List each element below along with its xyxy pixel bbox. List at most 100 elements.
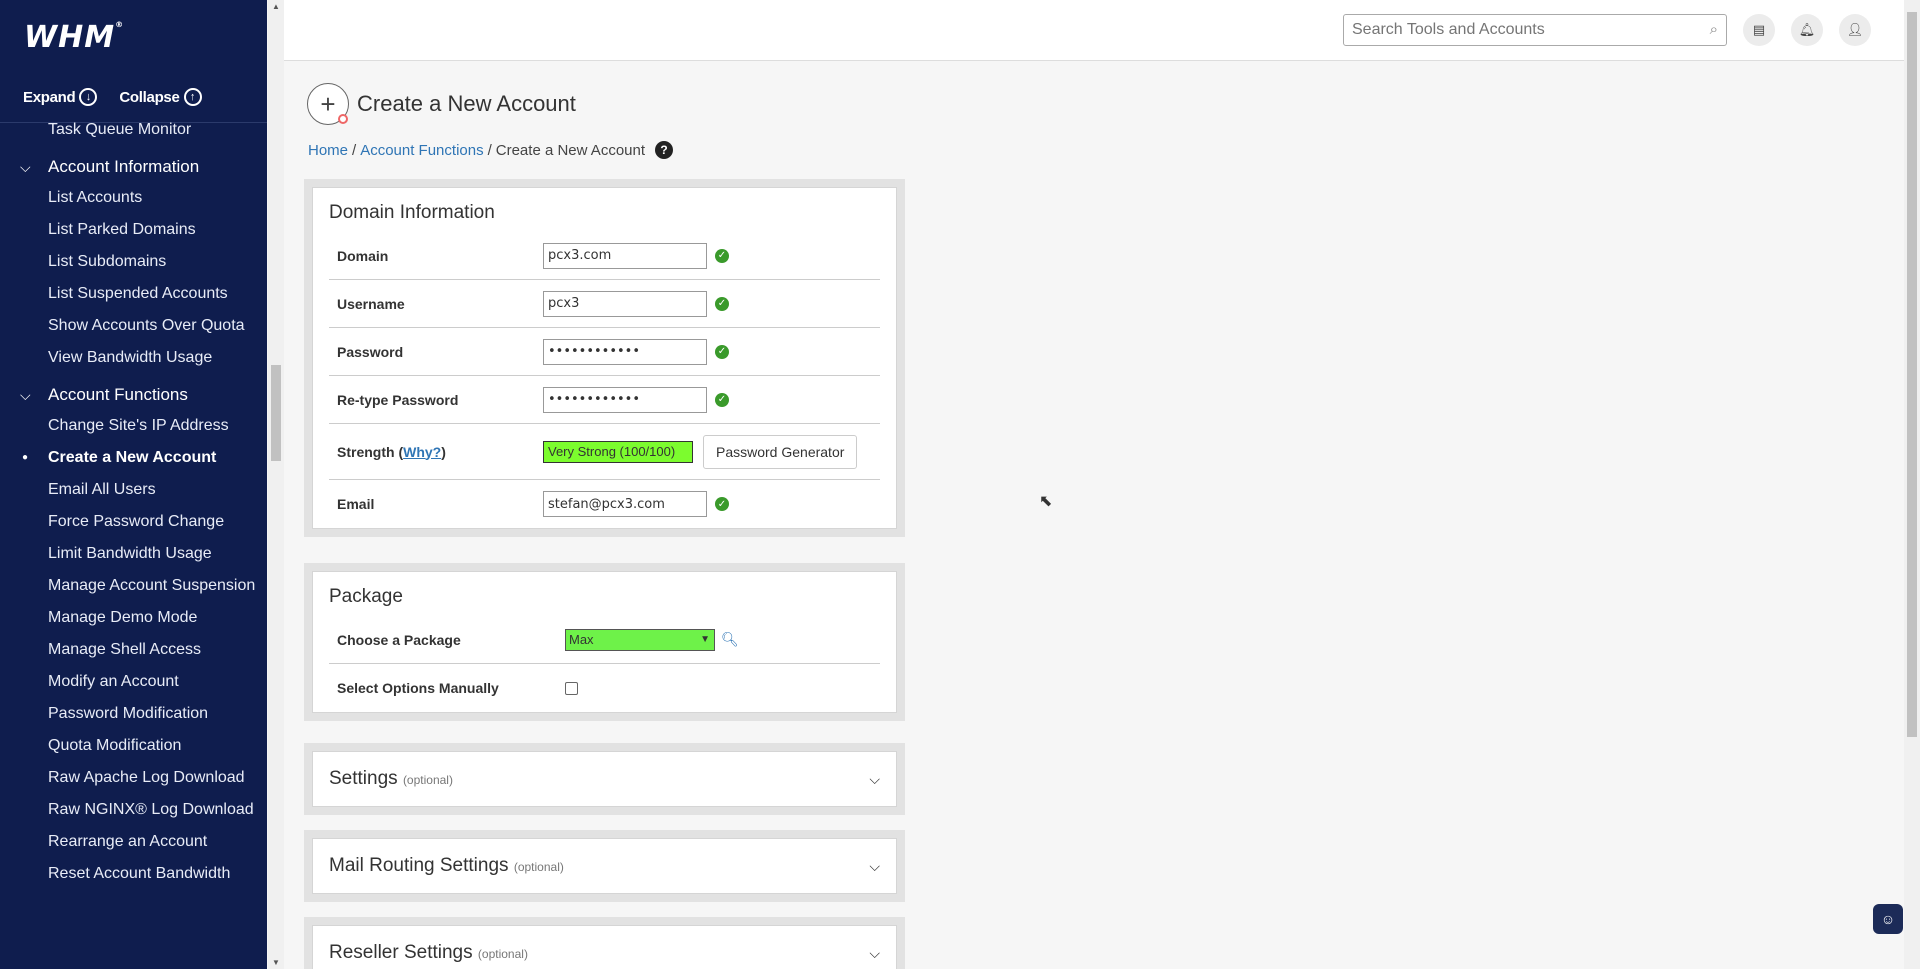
sidebar-scrollbar[interactable]: ▲ ▼ xyxy=(268,0,284,969)
select-options-manually-label: Select Options Manually xyxy=(337,680,499,696)
choose-package-row: Choose a Package Max ▼ 🔍︎ xyxy=(329,616,880,664)
server-icon: ▤ xyxy=(1752,22,1766,37)
package-select[interactable]: Max ▼ xyxy=(565,628,715,651)
username-label: Username xyxy=(337,295,405,312)
breadcrumb-home[interactable]: Home xyxy=(308,142,348,159)
sidebar-item-email-all-users[interactable]: Email All Users xyxy=(0,478,267,502)
sidebar-section-account-information[interactable]: ⌵ Account Information xyxy=(0,154,267,180)
chevron-down-icon[interactable]: ⌵ xyxy=(869,858,880,875)
search-icon[interactable]: ⌕ xyxy=(1710,21,1718,38)
strength-label: Strength (Why?) xyxy=(337,443,446,460)
sidebar-item-view-bandwidth-usage[interactable]: View Bandwidth Usage xyxy=(0,346,267,370)
domain-input[interactable] xyxy=(543,242,707,269)
sidebar-item-list-subdomains[interactable]: List Subdomains xyxy=(0,250,267,274)
magnifier-icon[interactable]: 🔍︎ xyxy=(721,631,739,648)
sidebar-nav: Task Queue Monitor ⌵ Account Information … xyxy=(0,118,267,894)
sidebar-item-quota-modification[interactable]: Quota Modification xyxy=(0,734,267,758)
email-label: Email xyxy=(337,496,375,512)
optional-tag: (optional) xyxy=(477,947,528,961)
sidebar-item-list-accounts[interactable]: List Accounts xyxy=(0,186,267,210)
sidebar-item-list-parked-domains[interactable]: List Parked Domains xyxy=(0,218,267,242)
scroll-up-arrow-icon[interactable]: ▲ xyxy=(272,2,280,11)
why-link[interactable]: Why? xyxy=(403,444,441,460)
select-options-manually-checkbox[interactable] xyxy=(565,681,578,695)
domain-row: Domain ✓ xyxy=(329,232,880,280)
reseller-settings-panel[interactable]: Reseller Settings (optional) ⌵ xyxy=(304,917,905,969)
package-panel: Package Choose a Package Max ▼ 🔍︎ Select … xyxy=(304,563,905,721)
sidebar-item-manage-account-suspension[interactable]: Manage Account Suspension xyxy=(0,574,267,598)
sidebar-item-rearrange-account[interactable]: Rearrange an Account xyxy=(0,830,267,854)
strength-row: Strength (Why?) Very Strong (100/100) Pa… xyxy=(329,424,880,480)
sidebar-item-task-queue-monitor[interactable]: Task Queue Monitor xyxy=(0,118,267,142)
sidebar-item-raw-nginx-log[interactable]: Raw NGINX® Log Download xyxy=(0,798,267,822)
mail-routing-settings-panel[interactable]: Mail Routing Settings (optional) ⌵ xyxy=(304,830,905,902)
username-input[interactable] xyxy=(543,290,707,317)
sidebar-item-change-site-ip[interactable]: Change Site's IP Address xyxy=(0,414,267,438)
retype-password-input[interactable] xyxy=(543,386,707,413)
sidebar-item-manage-shell-access[interactable]: Manage Shell Access xyxy=(0,638,267,662)
sidebar-item-list-suspended-accounts[interactable]: List Suspended Accounts xyxy=(0,282,267,306)
chevron-down-icon: ⌵ xyxy=(20,387,31,403)
top-bar: ⌕ ▤ 🔔︎ 👤︎ xyxy=(284,0,1904,61)
sidebar-item-reset-account-bandwidth[interactable]: Reset Account Bandwidth xyxy=(0,862,267,886)
password-input[interactable] xyxy=(543,338,707,365)
main-scrollbar[interactable] xyxy=(1904,0,1920,969)
panel-title: Domain Information xyxy=(329,202,495,223)
chevron-down-icon[interactable]: ⌵ xyxy=(869,945,880,962)
sidebar-item-show-accounts-over-quota[interactable]: Show Accounts Over Quota xyxy=(0,314,267,338)
email-input[interactable] xyxy=(543,491,707,517)
breadcrumb-separator: / xyxy=(487,141,492,159)
expand-button[interactable]: Expand ↓ xyxy=(23,88,98,106)
password-strength-meter: Very Strong (100/100) xyxy=(543,440,693,463)
password-row: Password ✓ xyxy=(329,328,880,376)
valid-check-icon: ✓ xyxy=(715,248,729,263)
sidebar-item-manage-demo-mode[interactable]: Manage Demo Mode xyxy=(0,606,267,630)
valid-check-icon: ✓ xyxy=(715,497,729,511)
select-options-manually-row: Select Options Manually xyxy=(329,664,880,712)
username-row: Username ✓ xyxy=(329,280,880,328)
breadcrumb-current: Create a New Account xyxy=(495,141,646,159)
sidebar-item-password-modification[interactable]: Password Modification xyxy=(0,702,267,726)
sidebar-item-raw-apache-log[interactable]: Raw Apache Log Download xyxy=(0,766,267,790)
sidebar-item-limit-bandwidth-usage[interactable]: Limit Bandwidth Usage xyxy=(0,542,267,566)
sidebar-item-force-password-change[interactable]: Force Password Change xyxy=(0,510,267,534)
domain-information-panel: Domain Information Domain ✓ Username ✓ P… xyxy=(304,179,905,537)
sidebar-item-modify-account[interactable]: Modify an Account xyxy=(0,670,267,694)
main-scroll-thumb[interactable] xyxy=(1907,12,1917,737)
user-menu-button[interactable]: 👤︎ xyxy=(1839,14,1871,46)
server-status-button[interactable]: ▤ xyxy=(1743,14,1775,46)
breadcrumb-separator: / xyxy=(352,141,357,159)
settings-panel[interactable]: Settings (optional) ⌵ xyxy=(304,743,905,815)
chevron-down-icon: ▼ xyxy=(700,633,710,645)
whm-logo[interactable]: WHM® xyxy=(24,20,124,55)
panel-title: Settings xyxy=(329,768,398,789)
collapse-button[interactable]: Collapse ↑ xyxy=(119,88,202,106)
chat-assistant-button[interactable]: ☺ xyxy=(1873,904,1903,934)
main-content: + Create a New Account Home / Account Fun… xyxy=(284,61,1904,969)
breadcrumb-account-functions[interactable]: Account Functions xyxy=(360,142,483,159)
chat-icon: ☺ xyxy=(1880,911,1896,927)
chevron-down-icon: ⌵ xyxy=(20,159,31,175)
sidebar-item-create-account[interactable]: Create a New Account xyxy=(0,446,267,470)
panel-title: Reseller Settings xyxy=(329,942,473,963)
sidebar-section-account-functions[interactable]: ⌵ Account Functions xyxy=(0,382,267,408)
arrow-up-circle-icon: ↑ xyxy=(183,88,202,106)
search-input[interactable] xyxy=(1344,15,1726,45)
retype-password-label: Re-type Password xyxy=(337,391,459,408)
sidebar-scroll-thumb[interactable] xyxy=(271,365,281,461)
panel-title: Mail Routing Settings xyxy=(329,855,509,876)
optional-tag: (optional) xyxy=(402,773,453,787)
search-box: ⌕ xyxy=(1343,14,1727,46)
page-title: Create a New Account xyxy=(357,91,576,116)
valid-check-icon: ✓ xyxy=(715,296,729,311)
panel-title: Package xyxy=(329,586,403,607)
breadcrumb: Home / Account Functions / Create a New Ac… xyxy=(308,141,674,159)
domain-label: Domain xyxy=(337,247,389,264)
valid-check-icon: ✓ xyxy=(715,344,729,359)
password-generator-button[interactable]: Password Generator xyxy=(703,434,858,469)
chevron-down-icon[interactable]: ⌵ xyxy=(869,771,880,788)
bell-icon: 🔔︎ xyxy=(1798,22,1816,37)
scroll-down-arrow-icon[interactable]: ▼ xyxy=(272,958,280,967)
help-icon[interactable]: ? xyxy=(655,141,674,159)
notifications-button[interactable]: 🔔︎ xyxy=(1791,14,1823,46)
